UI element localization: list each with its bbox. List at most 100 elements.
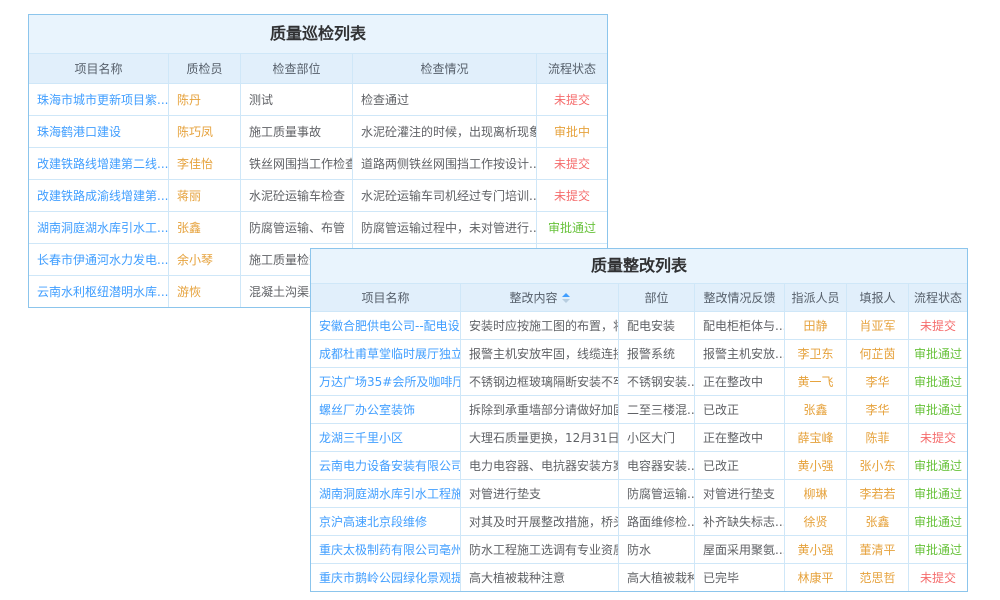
project-name-link[interactable]: 云南电力设备安装有限公司20... — [311, 452, 461, 479]
rectification-feedback-cell: 补齐缺失标志... — [695, 508, 785, 535]
inspector-name: 陈巧凤 — [169, 116, 241, 147]
assignee-name: 张鑫 — [785, 396, 847, 423]
status-badge: 未提交 — [537, 84, 607, 115]
inspection-situation-cell: 水泥砼灌注的时候，出现离析现象 — [353, 116, 537, 147]
table-row: 成都杜甫草堂临时展厅独立展... 报警主机安放牢固，线缆连接... 报警系统 报… — [311, 339, 967, 367]
rectification-part-cell: 配电安装 — [619, 312, 695, 339]
inspection-col-status: 流程状态 — [537, 54, 607, 83]
status-badge: 未提交 — [537, 180, 607, 211]
assignee-name: 黄小强 — [785, 452, 847, 479]
rectification-content-cell: 高大植被栽种注意 — [461, 564, 619, 591]
status-badge: 未提交 — [537, 148, 607, 179]
rectification-col-reporter: 填报人 — [847, 284, 909, 311]
rectification-col-content[interactable]: 整改内容 — [461, 284, 619, 311]
rectification-col-part: 部位 — [619, 284, 695, 311]
status-badge: 审批通过 — [909, 480, 967, 507]
reporter-name: 陈菲 — [847, 424, 909, 451]
rectification-col-project-name: 项目名称 — [311, 284, 461, 311]
reporter-name: 李若若 — [847, 480, 909, 507]
rectification-col-feedback: 整改情况反馈 — [695, 284, 785, 311]
rectification-part-cell: 防腐管运输... — [619, 480, 695, 507]
table-row: 安徽合肥供电公司--配电设备... 安装时应按施工图的布置，将... 配电安装 … — [311, 311, 967, 339]
quality-rectification-panel: 质量整改列表 项目名称 整改内容 部位 整改情况反馈 指派人员 填报人 流程状态… — [310, 248, 968, 592]
rectification-content-cell: 安装时应按施工图的布置，将... — [461, 312, 619, 339]
rectification-col-content-label: 整改内容 — [509, 289, 557, 306]
project-name-link[interactable]: 珠海市城市更新项目紫... — [29, 84, 169, 115]
inspection-part-cell: 铁丝网围挡工作检查 — [241, 148, 353, 179]
rectification-content-cell: 大理石质量更换，12月31日之... — [461, 424, 619, 451]
status-badge: 审批中 — [537, 116, 607, 147]
rectification-feedback-cell: 报警主机安放... — [695, 340, 785, 367]
inspection-part-cell: 测试 — [241, 84, 353, 115]
project-name-link[interactable]: 改建铁路成渝线增建第... — [29, 180, 169, 211]
project-name-link[interactable]: 云南水利枢纽潜明水库... — [29, 276, 169, 307]
reporter-name: 张小东 — [847, 452, 909, 479]
project-name-link[interactable]: 螺丝厂办公室装饰 — [311, 396, 461, 423]
status-badge: 审批通过 — [909, 340, 967, 367]
table-row: 改建铁路成渝线增建第... 蒋丽 水泥砼运输车检查 水泥砼运输车司机经过专门培训… — [29, 179, 607, 211]
reporter-name: 肖亚军 — [847, 312, 909, 339]
project-name-link[interactable]: 改建铁路线增建第二线... — [29, 148, 169, 179]
project-name-link[interactable]: 龙湖三千里小区 — [311, 424, 461, 451]
inspection-part-cell: 施工质量事故 — [241, 116, 353, 147]
assignee-name: 林康平 — [785, 564, 847, 591]
table-row: 龙湖三千里小区 大理石质量更换，12月31日之... 小区大门 正在整改中 薛宝… — [311, 423, 967, 451]
table-row: 重庆太极制药有限公司亳州中... 防水工程施工选调有专业资质... 防水 屋面采… — [311, 535, 967, 563]
project-name-link[interactable]: 珠海鹤港口建设 — [29, 116, 169, 147]
rectification-part-cell: 二至三楼混... — [619, 396, 695, 423]
inspector-name: 蒋丽 — [169, 180, 241, 211]
reporter-name: 张鑫 — [847, 508, 909, 535]
project-name-link[interactable]: 长春市伊通河水力发电... — [29, 244, 169, 275]
inspector-name: 陈丹 — [169, 84, 241, 115]
table-row: 改建铁路线增建第二线... 李佳怡 铁丝网围挡工作检查 道路两侧铁丝网围挡工作按… — [29, 147, 607, 179]
rectification-content-cell: 不锈钢边框玻璃隔断安装不牢... — [461, 368, 619, 395]
project-name-link[interactable]: 重庆太极制药有限公司亳州中... — [311, 536, 461, 563]
inspector-name: 张鑫 — [169, 212, 241, 243]
inspector-name: 游恢 — [169, 276, 241, 307]
inspection-situation-cell: 防腐管运输过程中，未对管进行... — [353, 212, 537, 243]
project-name-link[interactable]: 湖南洞庭湖水库引水工程施工1... — [311, 480, 461, 507]
table-row: 珠海鹤港口建设 陈巧凤 施工质量事故 水泥砼灌注的时候，出现离析现象 审批中 — [29, 115, 607, 147]
sort-ascending-icon[interactable] — [562, 289, 570, 297]
project-name-link[interactable]: 成都杜甫草堂临时展厅独立展... — [311, 340, 461, 367]
status-badge: 未提交 — [909, 312, 967, 339]
table-row: 重庆市鹅岭公园绿化景观提升... 高大植被栽种注意 高大植被栽种 已完毕 林康平… — [311, 563, 967, 591]
reporter-name: 李华 — [847, 396, 909, 423]
project-name-link[interactable]: 湖南洞庭湖水库引水工... — [29, 212, 169, 243]
assignee-name: 薛宝峰 — [785, 424, 847, 451]
status-badge: 审批通过 — [537, 212, 607, 243]
inspection-situation-cell: 检查通过 — [353, 84, 537, 115]
rectification-feedback-cell: 已改正 — [695, 452, 785, 479]
rectification-part-cell: 电容器安装... — [619, 452, 695, 479]
project-name-link[interactable]: 京沪高速北京段维修 — [311, 508, 461, 535]
assignee-name: 徐贤 — [785, 508, 847, 535]
reporter-name: 范思哲 — [847, 564, 909, 591]
inspection-col-part: 检查部位 — [241, 54, 353, 83]
rectification-feedback-cell: 正在整改中 — [695, 368, 785, 395]
sort-icon[interactable] — [562, 289, 570, 307]
rectification-part-cell: 高大植被栽种 — [619, 564, 695, 591]
table-row: 湖南洞庭湖水库引水工... 张鑫 防腐管运输、布管 防腐管运输过程中，未对管进行… — [29, 211, 607, 243]
sort-descending-icon[interactable] — [562, 299, 570, 307]
inspection-header-row: 项目名称 质检员 检查部位 检查情况 流程状态 — [29, 53, 607, 83]
rectification-panel-title: 质量整改列表 — [311, 249, 967, 283]
rectification-part-cell: 报警系统 — [619, 340, 695, 367]
inspector-name: 李佳怡 — [169, 148, 241, 179]
rectification-feedback-cell: 对管进行垫支 — [695, 480, 785, 507]
rectification-col-status: 流程状态 — [909, 284, 967, 311]
project-name-link[interactable]: 安徽合肥供电公司--配电设备... — [311, 312, 461, 339]
table-row: 云南电力设备安装有限公司20... 电力电容器、电抗器安装方案... 电容器安装… — [311, 451, 967, 479]
inspector-name: 余小琴 — [169, 244, 241, 275]
inspection-situation-cell: 水泥砼运输车司机经过专门培训... — [353, 180, 537, 211]
assignee-name: 柳琳 — [785, 480, 847, 507]
rectification-feedback-cell: 屋面采用聚氨... — [695, 536, 785, 563]
inspection-part-cell: 水泥砼运输车检查 — [241, 180, 353, 211]
reporter-name: 董清平 — [847, 536, 909, 563]
inspection-col-project-name: 项目名称 — [29, 54, 169, 83]
rectification-content-cell: 报警主机安放牢固，线缆连接... — [461, 340, 619, 367]
project-name-link[interactable]: 重庆市鹅岭公园绿化景观提升... — [311, 564, 461, 591]
rectification-content-cell: 电力电容器、电抗器安装方案... — [461, 452, 619, 479]
project-name-link[interactable]: 万达广场35#会所及咖啡厅空... — [311, 368, 461, 395]
inspection-col-inspector: 质检员 — [169, 54, 241, 83]
rectification-part-cell: 路面维修检... — [619, 508, 695, 535]
